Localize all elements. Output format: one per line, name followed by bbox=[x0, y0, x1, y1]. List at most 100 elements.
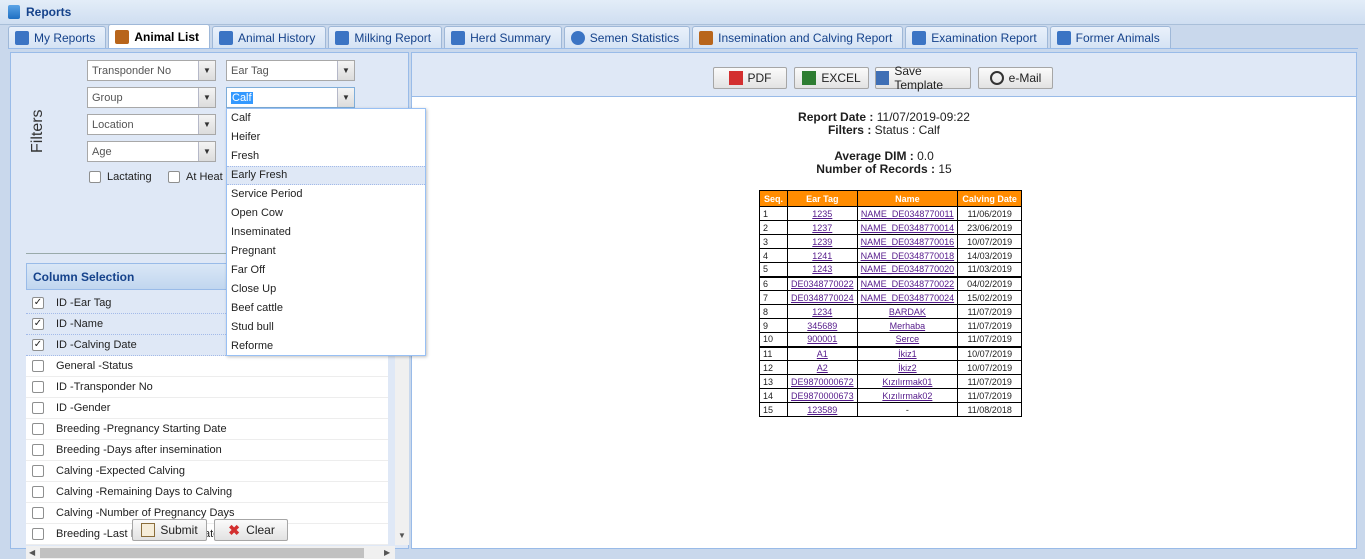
ear-tag-link[interactable]: DE9870000673 bbox=[791, 391, 854, 401]
tab-insemination-calving[interactable]: Insemination and Calving Report bbox=[692, 26, 904, 48]
location-combo[interactable]: Location ▼ bbox=[87, 114, 216, 135]
chevron-down-icon[interactable]: ▼ bbox=[337, 88, 354, 107]
dropdown-option-highlighted[interactable]: Early Fresh bbox=[227, 166, 425, 185]
list-item[interactable]: Breeding -Pregnancy Starting Date bbox=[26, 419, 388, 440]
checkbox-checked[interactable]: ✓ bbox=[32, 318, 44, 330]
tab-semen-statistics[interactable]: Semen Statistics bbox=[563, 26, 691, 48]
transponder-no-combo[interactable]: Transponder No ▼ bbox=[87, 60, 216, 81]
ear-tag-link[interactable]: 345689 bbox=[807, 321, 837, 331]
save-template-button[interactable]: Save Template bbox=[875, 64, 971, 92]
scroll-left-icon[interactable]: ◀ bbox=[29, 548, 35, 557]
checkbox[interactable] bbox=[32, 360, 44, 372]
email-button[interactable]: e-Mail bbox=[978, 67, 1053, 89]
name-link[interactable]: İkiz1 bbox=[898, 349, 917, 359]
ear-tag-link[interactable]: 1241 bbox=[812, 251, 832, 261]
dropdown-option[interactable]: Close Up bbox=[227, 280, 425, 299]
chevron-down-icon[interactable]: ▼ bbox=[198, 88, 215, 107]
checkbox[interactable] bbox=[32, 507, 44, 519]
name-link[interactable]: Merhaba bbox=[890, 321, 926, 331]
name-link[interactable]: Serce bbox=[896, 334, 920, 344]
status-combo[interactable]: Calf ▼ bbox=[226, 87, 355, 108]
dropdown-option[interactable]: Fresh bbox=[227, 147, 425, 166]
ear-tag-link[interactable]: 123589 bbox=[807, 405, 837, 415]
name-link[interactable]: NAME_DE0348770011 bbox=[861, 209, 954, 219]
tab-animal-list[interactable]: Animal List bbox=[108, 24, 211, 48]
list-item[interactable]: General -Status bbox=[26, 356, 388, 377]
dropdown-option[interactable]: Inseminated bbox=[227, 223, 425, 242]
submit-button[interactable]: Submit bbox=[132, 519, 207, 541]
checkbox[interactable] bbox=[32, 402, 44, 414]
ear-tag-combo[interactable]: Ear Tag ▼ bbox=[226, 60, 355, 81]
checkbox[interactable] bbox=[32, 381, 44, 393]
chevron-down-icon[interactable]: ▼ bbox=[337, 61, 354, 80]
age-combo[interactable]: Age ▼ bbox=[87, 141, 216, 162]
chevron-down-icon[interactable]: ▼ bbox=[198, 142, 215, 161]
dropdown-option[interactable]: Reforme bbox=[227, 337, 425, 356]
checkbox[interactable] bbox=[32, 486, 44, 498]
name-link[interactable]: İkiz2 bbox=[898, 363, 917, 373]
lactating-checkbox[interactable]: Lactating bbox=[89, 171, 152, 183]
tab-herd-summary[interactable]: Herd Summary bbox=[444, 26, 562, 48]
list-item[interactable]: Breeding -Days after insemination bbox=[26, 440, 388, 461]
dropdown-option[interactable]: Beef cattle bbox=[227, 299, 425, 318]
checkbox-checked[interactable]: ✓ bbox=[32, 297, 44, 309]
column-list-horizontal-scrollbar[interactable]: ◀ ▶ bbox=[26, 546, 395, 559]
ear-tag-link[interactable]: 900001 bbox=[807, 334, 837, 344]
scroll-down-icon[interactable]: ▼ bbox=[398, 531, 406, 540]
chevron-down-icon[interactable]: ▼ bbox=[198, 61, 215, 80]
list-item[interactable]: Calving -Expected Calving bbox=[26, 461, 388, 482]
ear-tag-link[interactable]: 1234 bbox=[812, 307, 832, 317]
name-link[interactable]: NAME_DE0348770020 bbox=[861, 264, 955, 274]
chevron-down-icon[interactable]: ▼ bbox=[198, 115, 215, 134]
name-link[interactable]: NAME_DE0348770016 bbox=[861, 237, 955, 247]
checkbox[interactable] bbox=[32, 465, 44, 477]
tab-former-animals[interactable]: Former Animals bbox=[1049, 26, 1171, 48]
name-link[interactable]: NAME_DE0348770022 bbox=[861, 279, 955, 289]
ear-tag-link[interactable]: 1243 bbox=[812, 264, 832, 274]
list-item[interactable]: Breeding -Last Insemination Date bbox=[26, 524, 388, 545]
checkbox[interactable] bbox=[32, 423, 44, 435]
list-item[interactable]: Calving -Number of Pregnancy Days bbox=[26, 503, 388, 524]
tab-examination-report[interactable]: Examination Report bbox=[905, 26, 1048, 48]
pdf-button[interactable]: PDF bbox=[713, 67, 787, 89]
name-link[interactable]: NAME_DE0348770024 bbox=[861, 293, 955, 303]
name-link[interactable]: NAME_DE0348770014 bbox=[861, 223, 955, 233]
ear-tag-link[interactable]: 1239 bbox=[812, 237, 832, 247]
ear-tag-link[interactable]: DE0348770022 bbox=[791, 279, 854, 289]
checkbox[interactable] bbox=[32, 444, 44, 456]
name-link[interactable]: NAME_DE0348770018 bbox=[861, 251, 955, 261]
clear-button[interactable]: ✖ Clear bbox=[214, 519, 288, 541]
ear-tag-link[interactable]: 1237 bbox=[812, 223, 832, 233]
ear-tag-link[interactable]: 1235 bbox=[812, 209, 832, 219]
name-link[interactable]: BARDAK bbox=[889, 307, 926, 317]
dropdown-option[interactable]: Stud bull bbox=[227, 318, 425, 337]
scroll-thumb[interactable] bbox=[40, 548, 364, 558]
tab-milking-report[interactable]: Milking Report bbox=[328, 26, 443, 48]
list-item[interactable]: ID -Gender bbox=[26, 398, 388, 419]
history-icon bbox=[219, 30, 234, 45]
group-combo[interactable]: Group ▼ bbox=[87, 87, 216, 108]
dropdown-option[interactable]: Pregnant bbox=[227, 242, 425, 261]
ear-tag-link[interactable]: A1 bbox=[817, 349, 828, 359]
checkbox[interactable] bbox=[89, 171, 101, 183]
dropdown-option[interactable]: Far Off bbox=[227, 261, 425, 280]
dropdown-option[interactable]: Service Period bbox=[227, 185, 425, 204]
tab-animal-history[interactable]: Animal History bbox=[212, 26, 327, 48]
ear-tag-link[interactable]: DE9870000672 bbox=[791, 377, 854, 387]
name-link[interactable]: Kızılırmak01 bbox=[882, 377, 932, 387]
dropdown-option[interactable]: Heifer bbox=[227, 128, 425, 147]
dropdown-option[interactable]: Open Cow bbox=[227, 204, 425, 223]
scroll-right-icon[interactable]: ▶ bbox=[384, 548, 390, 557]
at-heat-checkbox[interactable]: At Heat bbox=[168, 171, 223, 183]
checkbox[interactable] bbox=[168, 171, 180, 183]
tab-my-reports[interactable]: My Reports bbox=[8, 26, 107, 48]
name-link[interactable]: Kızılırmak02 bbox=[882, 391, 932, 401]
excel-button[interactable]: EXCEL bbox=[794, 67, 869, 89]
list-item[interactable]: Calving -Remaining Days to Calving bbox=[26, 482, 388, 503]
ear-tag-link[interactable]: A2 bbox=[817, 363, 828, 373]
ear-tag-link[interactable]: DE0348770024 bbox=[791, 293, 854, 303]
dropdown-option[interactable]: Calf bbox=[227, 109, 425, 128]
checkbox-checked[interactable]: ✓ bbox=[32, 339, 44, 351]
checkbox[interactable] bbox=[32, 528, 44, 540]
list-item[interactable]: ID -Transponder No bbox=[26, 377, 388, 398]
